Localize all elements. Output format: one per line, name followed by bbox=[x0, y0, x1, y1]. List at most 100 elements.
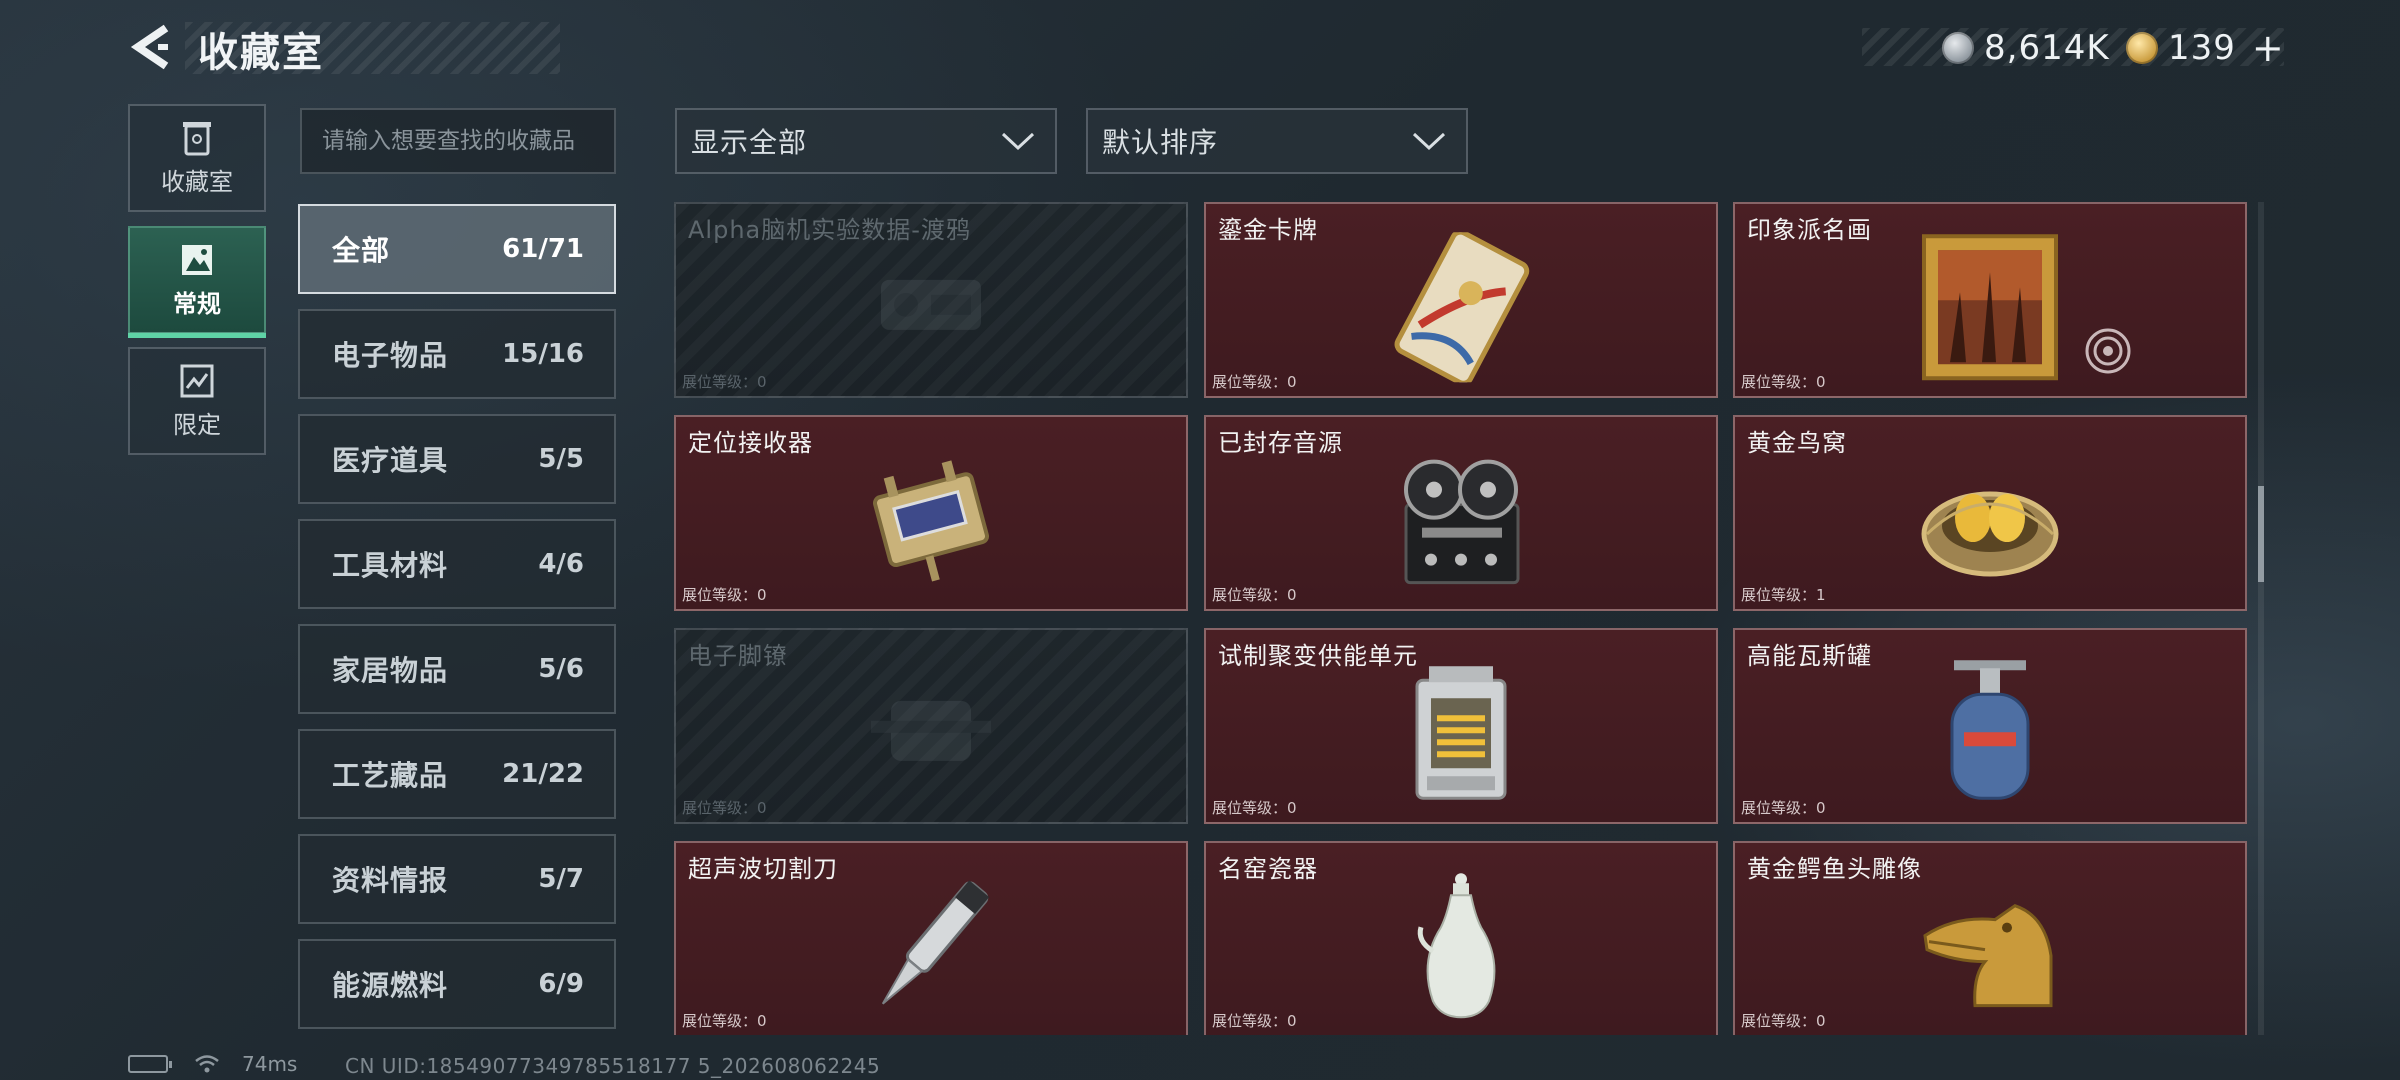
page-title: 收藏室 bbox=[198, 30, 324, 76]
category-name: 资料情报 bbox=[332, 864, 449, 897]
display-level: 展位等级：0 bbox=[1741, 373, 1826, 391]
chevron-down-icon bbox=[1412, 132, 1446, 151]
item-name: 超声波切割刀 bbox=[688, 855, 838, 883]
item-card[interactable]: 电子脚镣 展位等级：0 bbox=[674, 628, 1188, 824]
device-art bbox=[861, 250, 1001, 364]
uid-text: CN UID:18549077349785518177 5_2026080622… bbox=[345, 1054, 881, 1078]
rail-item-limited[interactable]: 限定 bbox=[128, 347, 266, 455]
silver-coin-icon bbox=[1942, 32, 1974, 64]
item-name: 黄金鳄鱼头雕像 bbox=[1747, 855, 1922, 883]
item-name: 黄金鸟窝 bbox=[1747, 429, 1847, 457]
item-card[interactable]: 超声波切割刀 展位等级：0 bbox=[674, 841, 1188, 1035]
limited-icon bbox=[180, 363, 214, 399]
item-card[interactable]: 印象派名画 展位等级：0 bbox=[1733, 202, 2247, 398]
back-arrow-icon bbox=[130, 24, 169, 70]
category-intel[interactable]: 资料情报 5/7 bbox=[298, 834, 616, 924]
category-name: 能源燃料 bbox=[332, 969, 449, 1002]
category-count: 4/6 bbox=[538, 549, 584, 579]
item-card[interactable]: 鎏金卡牌 展位等级：0 bbox=[1204, 202, 1718, 398]
category-household[interactable]: 家居物品 5/6 bbox=[298, 624, 616, 714]
item-card[interactable]: 试制聚变供能单元 展位等级：0 bbox=[1204, 628, 1718, 824]
item-name: 高能瓦斯罐 bbox=[1747, 642, 1872, 670]
silver-amount: 8,614K bbox=[1984, 28, 2110, 68]
display-level: 展位等级：0 bbox=[1212, 1012, 1297, 1030]
rail-label: 收藏室 bbox=[161, 167, 233, 196]
fusion-unit-art bbox=[1401, 658, 1521, 812]
category-count: 5/5 bbox=[538, 444, 584, 474]
item-name: 印象派名画 bbox=[1747, 216, 1872, 244]
item-card[interactable]: 名窑瓷器 展位等级：0 bbox=[1204, 841, 1718, 1035]
category-energy[interactable]: 能源燃料 6/9 bbox=[298, 939, 616, 1029]
category-name: 医疗道具 bbox=[332, 444, 449, 477]
gold-crocodile-art bbox=[1915, 876, 2065, 1020]
golden-nest-art bbox=[1915, 454, 2065, 588]
rail-label: 常规 bbox=[173, 289, 221, 318]
item-card[interactable]: 黄金鳄鱼头雕像 展位等级：0 bbox=[1733, 841, 2247, 1035]
item-name: 已封存音源 bbox=[1218, 429, 1343, 457]
category-electronics[interactable]: 电子物品 15/16 bbox=[298, 309, 616, 399]
sort-dropdown[interactable]: 默认排序 bbox=[1086, 108, 1468, 174]
rail-item-collection-room[interactable]: 收藏室 bbox=[128, 104, 266, 212]
category-count: 61/71 bbox=[502, 234, 584, 264]
add-currency-button[interactable]: + bbox=[2252, 26, 2284, 70]
wifi-icon bbox=[195, 1055, 219, 1073]
category-name: 工具材料 bbox=[332, 549, 449, 582]
display-level: 展位等级：0 bbox=[682, 373, 767, 391]
gas-canister-art bbox=[1930, 658, 2050, 812]
reel-recorder-art bbox=[1386, 450, 1536, 594]
filter-label: 显示全部 bbox=[691, 126, 808, 159]
category-count: 6/9 bbox=[538, 969, 584, 999]
category-name: 全部 bbox=[332, 234, 391, 267]
display-level: 展位等级：0 bbox=[682, 799, 767, 817]
gold-amount: 139 bbox=[2168, 28, 2236, 68]
rail-item-regular[interactable]: 常规 bbox=[128, 226, 266, 338]
ankle-monitor-art bbox=[861, 676, 1001, 790]
gold-currency[interactable]: 139 + bbox=[2126, 26, 2284, 70]
trash-can-icon bbox=[180, 120, 214, 156]
rail-label: 限定 bbox=[173, 410, 221, 439]
grid-scrollbar[interactable] bbox=[2258, 202, 2264, 1035]
picture-icon bbox=[180, 242, 214, 278]
collection-grid: Alpha脑机实验数据-渡鸦 展位等级：0 鎏金卡牌 展位等级：0 印象派名画 bbox=[674, 202, 2248, 1035]
search-input[interactable] bbox=[300, 108, 616, 174]
category-name: 家居物品 bbox=[332, 654, 449, 687]
item-name: 名窑瓷器 bbox=[1218, 855, 1318, 883]
display-level: 展位等级：0 bbox=[1212, 586, 1297, 604]
display-level: 展位等级：0 bbox=[682, 586, 767, 604]
item-name: Alpha脑机实验数据-渡鸦 bbox=[688, 216, 971, 244]
display-level: 展位等级：0 bbox=[682, 1012, 767, 1030]
gold-coin-icon bbox=[2126, 32, 2158, 64]
category-all[interactable]: 全部 61/71 bbox=[298, 204, 616, 294]
filter-dropdown[interactable]: 显示全部 bbox=[675, 108, 1057, 174]
item-name: 试制聚变供能单元 bbox=[1218, 642, 1418, 670]
display-level: 展位等级：0 bbox=[1212, 799, 1297, 817]
battery-icon bbox=[128, 1055, 172, 1073]
back-button[interactable] bbox=[128, 22, 176, 72]
item-card[interactable]: Alpha脑机实验数据-渡鸦 展位等级：0 bbox=[674, 202, 1188, 398]
category-count: 21/22 bbox=[502, 759, 584, 789]
category-count: 15/16 bbox=[502, 339, 584, 369]
category-name: 电子物品 bbox=[332, 339, 449, 372]
category-tools[interactable]: 工具材料 4/6 bbox=[298, 519, 616, 609]
item-card[interactable]: 高能瓦斯罐 展位等级：0 bbox=[1733, 628, 2247, 824]
display-level: 展位等级：0 bbox=[1741, 1012, 1826, 1030]
display-level: 展位等级：0 bbox=[1741, 799, 1826, 817]
status-bar: 74ms bbox=[128, 1052, 297, 1076]
silver-currency: 8,614K bbox=[1942, 28, 2110, 68]
framed-painting-art bbox=[1920, 232, 2060, 386]
porcelain-vase-art bbox=[1411, 871, 1511, 1025]
category-count: 5/7 bbox=[538, 864, 584, 894]
item-name: 定位接收器 bbox=[688, 429, 813, 457]
item-name: 鎏金卡牌 bbox=[1218, 216, 1318, 244]
item-card[interactable]: 已封存音源 展位等级：0 bbox=[1204, 415, 1718, 611]
target-icon[interactable] bbox=[2083, 326, 2133, 376]
category-crafts[interactable]: 工艺藏品 21/22 bbox=[298, 729, 616, 819]
item-card[interactable]: 定位接收器 展位等级：0 bbox=[674, 415, 1188, 611]
sort-label: 默认排序 bbox=[1102, 126, 1219, 159]
category-count: 5/6 bbox=[538, 654, 584, 684]
ping-value: 74ms bbox=[242, 1052, 298, 1076]
category-medical[interactable]: 医疗道具 5/5 bbox=[298, 414, 616, 504]
scrollbar-thumb[interactable] bbox=[2258, 486, 2264, 582]
item-card[interactable]: 黄金鸟窝 展位等级：1 bbox=[1733, 415, 2247, 611]
active-indicator bbox=[128, 333, 266, 338]
